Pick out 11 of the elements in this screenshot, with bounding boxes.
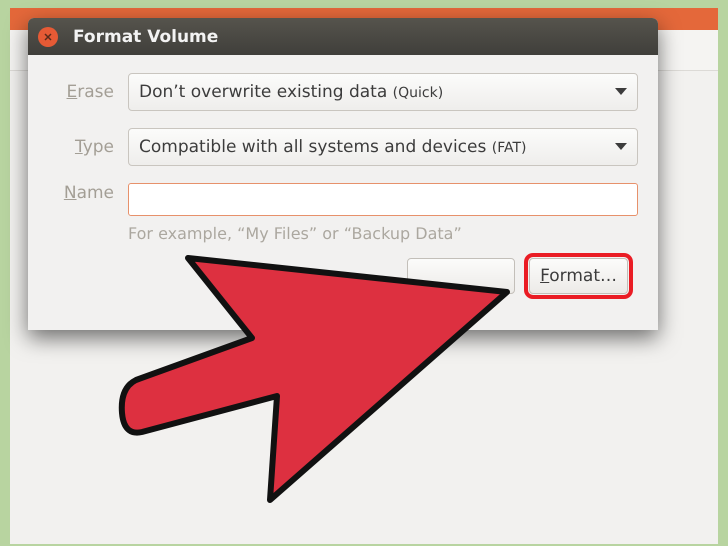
caret-icon bbox=[615, 88, 627, 96]
field-label: Type bbox=[74, 136, 115, 159]
name-field[interactable] bbox=[128, 183, 638, 216]
dropdown[interactable]: Don’t overwrite existing data (Quick) bbox=[128, 73, 638, 111]
close-icon[interactable] bbox=[38, 26, 58, 46]
dropdown[interactable]: Compatible with all systems and devices (FAT) bbox=[128, 128, 638, 166]
hint-text: For example, “My Files” or “Backup Data” bbox=[128, 224, 463, 243]
field-label: Erase bbox=[66, 81, 115, 104]
caret-icon bbox=[615, 143, 627, 151]
field-label: Name bbox=[62, 183, 115, 203]
window-title: Format Volume bbox=[73, 26, 218, 46]
